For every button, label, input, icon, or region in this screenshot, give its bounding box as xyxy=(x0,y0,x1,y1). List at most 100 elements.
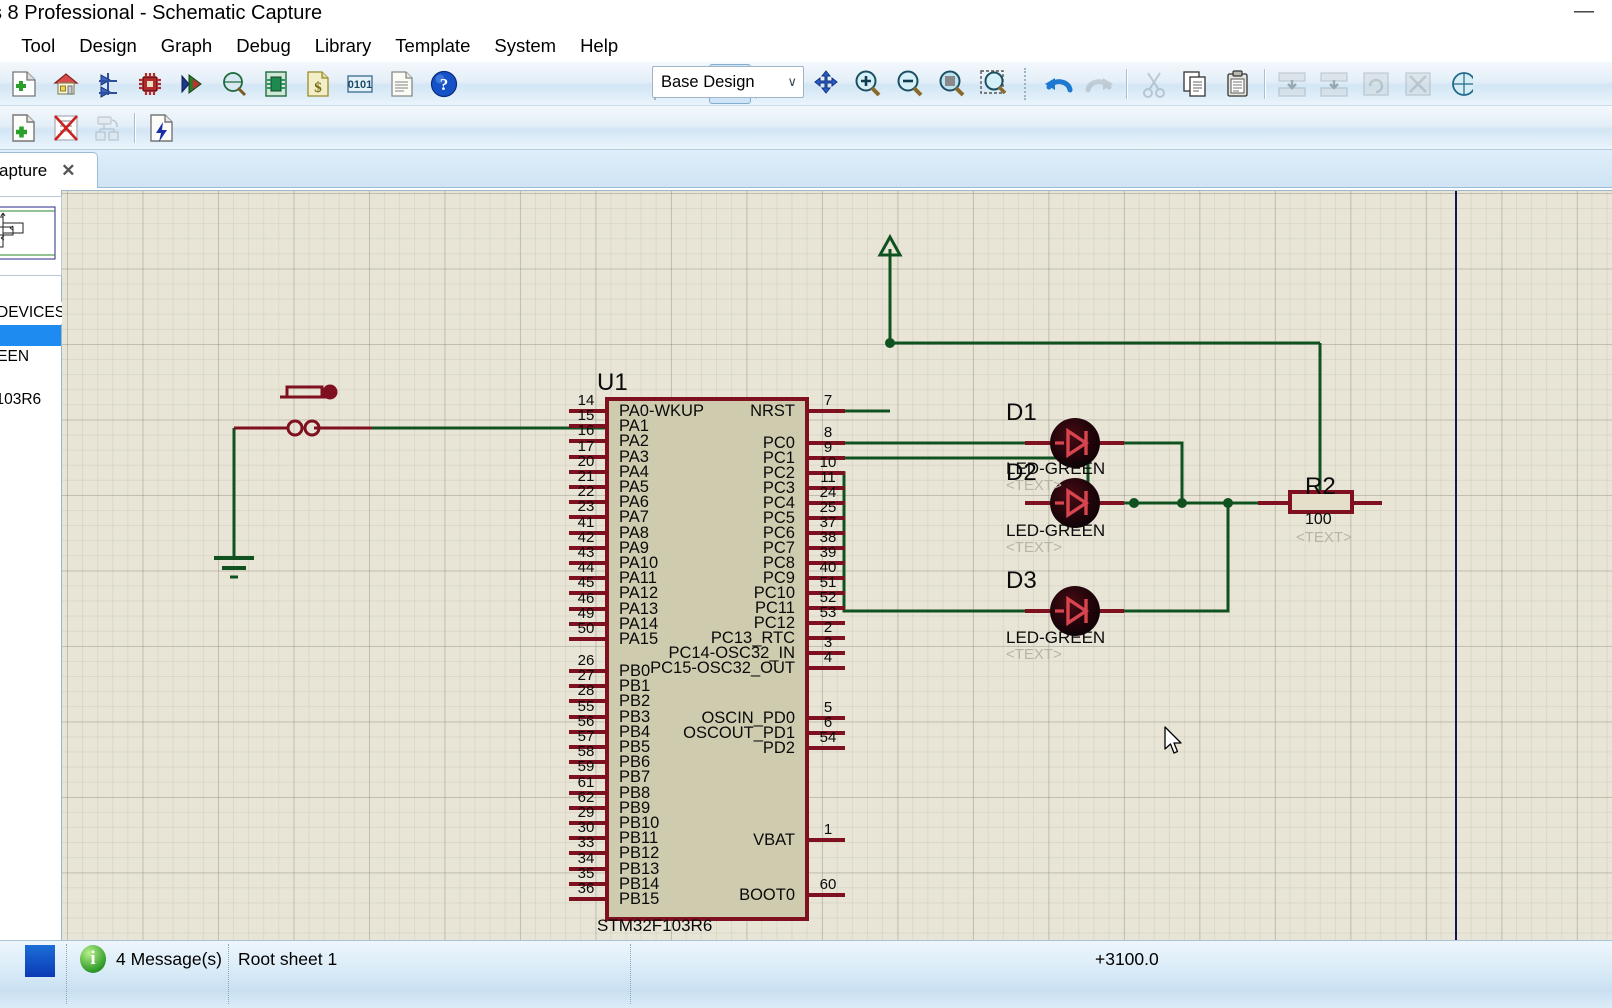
design-explorer-icon[interactable] xyxy=(213,64,255,104)
device-item-stm32f103r6[interactable]: F103R6 xyxy=(0,389,61,410)
proteus-window: s 8 Professional - Schematic Capture — v… xyxy=(0,0,1612,1008)
ic-pin-label: BOOT0 xyxy=(739,886,795,904)
led-d1-reference[interactable]: D1 xyxy=(1006,399,1037,427)
pick-device-icon[interactable] xyxy=(1439,64,1481,104)
devices-header-label: DEVICES xyxy=(0,304,66,321)
menu-debug[interactable]: Debug xyxy=(224,33,303,59)
zoom-to-view-icon[interactable] xyxy=(931,64,973,104)
menu-system[interactable]: System xyxy=(482,33,568,59)
sheet-hierarchy-icon[interactable] xyxy=(87,108,129,148)
help-icon[interactable]: ? xyxy=(423,64,465,104)
electrical-rules-check-icon[interactable]: $ xyxy=(297,64,339,104)
status-coordinates: +3100.0 xyxy=(1095,949,1159,969)
menu-design[interactable]: Design xyxy=(67,33,149,59)
block-rotate-icon[interactable] xyxy=(1355,64,1397,104)
led-d2-value[interactable]: LED-GREEN xyxy=(1006,521,1105,541)
ic-pin-label: PC15-OSC32_OUT xyxy=(650,659,795,677)
new-project-icon[interactable] xyxy=(3,64,45,104)
ic-part-label[interactable]: STM32F103R6 xyxy=(597,916,712,936)
led-d3-value[interactable]: LED-GREEN xyxy=(1006,628,1105,648)
ic-pin-stub xyxy=(807,409,845,413)
close-icon[interactable]: ✕ xyxy=(61,161,75,181)
redo-icon[interactable] xyxy=(1079,64,1121,104)
design-selector-value: Base Design xyxy=(661,72,755,91)
status-separator-2 xyxy=(228,944,229,1004)
minimize-button[interactable]: — xyxy=(1564,1,1604,26)
copy-icon[interactable] xyxy=(1175,64,1217,104)
tab-schematic-capture[interactable]: apture ✕ xyxy=(0,152,98,188)
paste-icon[interactable] xyxy=(1217,64,1259,104)
svg-text:0101: 0101 xyxy=(348,79,372,91)
report-icon[interactable] xyxy=(381,64,423,104)
schematic-canvas[interactable]: 14 PA0-WKUP 15 PA1 16 PA2 17 PA3 20 PA4 21 PA5 22 PA6… xyxy=(62,190,1612,940)
netlist-compiler-icon[interactable]: 0101 xyxy=(339,64,381,104)
undo-icon[interactable] xyxy=(1037,64,1079,104)
ic-pin-number: 7 xyxy=(823,392,833,409)
mouse-cursor xyxy=(1164,726,1186,763)
block-delete-icon[interactable] xyxy=(1397,64,1439,104)
menu-graph[interactable]: Graph xyxy=(149,33,224,59)
ic-pin-label: NRST xyxy=(750,402,795,420)
info-icon[interactable]: i xyxy=(80,945,106,973)
toolbar-separator-4 xyxy=(134,112,136,143)
ic-reference-label[interactable]: U1 xyxy=(597,369,628,397)
toolbar-grip-edit[interactable] xyxy=(1024,67,1030,100)
schematic-preview[interactable] xyxy=(0,196,62,276)
netlist-transfer-icon[interactable] xyxy=(87,64,129,104)
tab-label: apture xyxy=(0,160,48,180)
new-sheet-icon[interactable] xyxy=(3,108,45,148)
led-d3-reference[interactable]: D3 xyxy=(1006,567,1037,595)
pan-icon[interactable] xyxy=(805,64,847,104)
menu-template[interactable]: Template xyxy=(383,33,482,59)
zoom-to-area-icon[interactable] xyxy=(973,64,1015,104)
ic-pin-label: PD2 xyxy=(762,739,795,757)
status-separator-1 xyxy=(66,944,67,1004)
status-sheet: Root sheet 1 xyxy=(238,949,338,969)
resistor-r2-text[interactable]: <TEXT> xyxy=(1296,529,1352,546)
status-color-indicator[interactable] xyxy=(25,945,55,977)
device-item-button[interactable]: N xyxy=(0,325,61,346)
toolbar-group-sheet xyxy=(0,108,186,148)
generate-power-icon[interactable] xyxy=(141,108,183,148)
pcb-layout-icon[interactable] xyxy=(129,64,171,104)
block-copy-icon[interactable] xyxy=(1271,64,1313,104)
toolbar-separator-2 xyxy=(1126,68,1128,99)
menu-tool[interactable]: Tool xyxy=(9,33,67,59)
led-d3-text[interactable]: <TEXT> xyxy=(1006,646,1062,663)
ic-pin-stub xyxy=(807,838,845,842)
menu-library[interactable]: Library xyxy=(303,33,384,59)
resistor-r2-reference[interactable]: R2 xyxy=(1305,473,1336,501)
device-item-led-green[interactable]: REEN xyxy=(0,346,61,367)
main-toolbar: $ 0101 ? xyxy=(0,62,1612,106)
led-d2-text[interactable]: <TEXT> xyxy=(1006,539,1062,556)
toolbar-separator-3 xyxy=(1264,68,1266,99)
ic-pin-stub xyxy=(807,666,845,670)
led-d2-reference[interactable]: D2 xyxy=(1006,459,1037,487)
ic-pin-number: 4 xyxy=(823,649,833,666)
ic-pin-label: VBAT xyxy=(753,831,795,849)
status-separator-3 xyxy=(630,944,631,1004)
resistor-r2-value[interactable]: 100 xyxy=(1305,511,1332,529)
3d-visualizer-icon[interactable] xyxy=(171,64,213,104)
toolbar-group-edit xyxy=(1034,64,1484,104)
ic-pin-number: 1 xyxy=(823,821,833,838)
title-bar: s 8 Professional - Schematic Capture — xyxy=(0,0,1612,30)
status-messages[interactable]: 4 Message(s) xyxy=(116,949,222,970)
design-selector[interactable]: Base Design ∨ xyxy=(652,66,804,98)
home-icon[interactable] xyxy=(45,64,87,104)
ic-pin-number: 60 xyxy=(819,876,837,893)
block-move-icon[interactable] xyxy=(1313,64,1355,104)
toolbar-group-file: $ 0101 ? xyxy=(0,64,468,104)
menu-view[interactable]: v xyxy=(0,33,9,59)
zoom-out-icon[interactable] xyxy=(889,64,931,104)
tab-bar: apture ✕ xyxy=(0,150,1612,188)
svg-text:?: ? xyxy=(440,75,449,94)
bill-of-materials-icon[interactable] xyxy=(255,64,297,104)
devices-list: N REEN F103R6 xyxy=(0,325,61,425)
cut-icon[interactable] xyxy=(1133,64,1175,104)
remove-sheet-icon[interactable] xyxy=(45,108,87,148)
menu-help[interactable]: Help xyxy=(568,33,630,59)
ic-pin-number: 54 xyxy=(819,729,837,746)
left-sidebar: DEVICES N REEN F103R6 xyxy=(0,190,66,940)
zoom-in-icon[interactable] xyxy=(847,64,889,104)
